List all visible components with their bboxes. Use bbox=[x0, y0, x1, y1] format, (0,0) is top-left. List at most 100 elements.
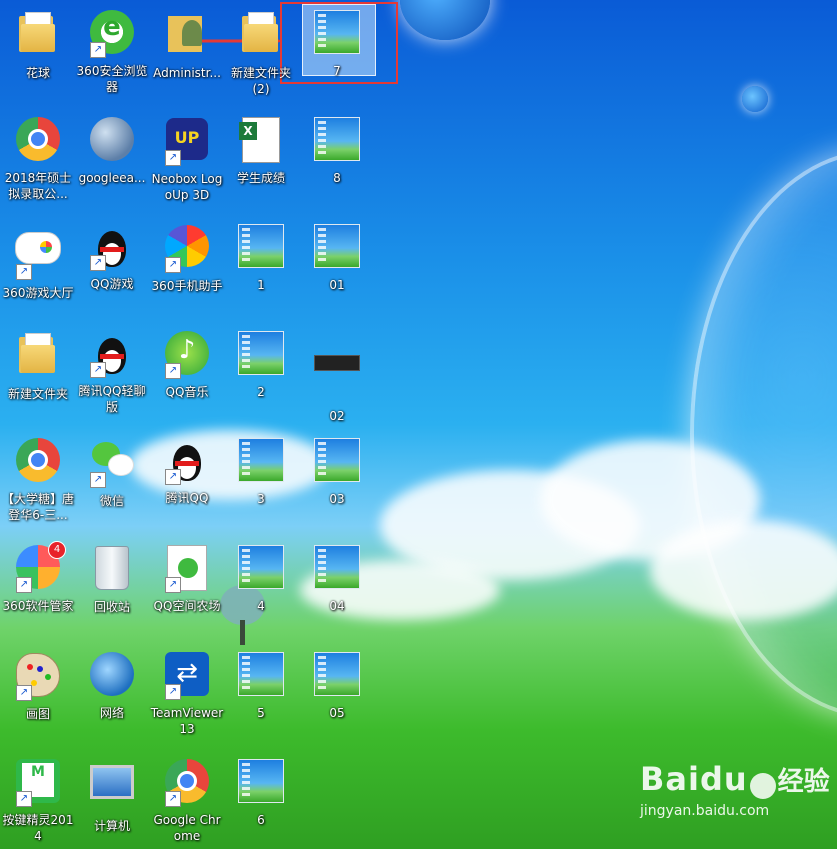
desktop-icon-chrome-tang[interactable]: 【大学糖】唐登华6-三... bbox=[1, 436, 75, 523]
desktop-icon-game-hall[interactable]: ↗ 360游戏大厅 bbox=[1, 222, 75, 301]
icon-label: 网络 bbox=[99, 706, 124, 720]
image-thumbnail-icon bbox=[313, 224, 361, 272]
desktop-icon-image-1[interactable]: 1 bbox=[224, 222, 298, 293]
image-thumbnail-icon bbox=[313, 355, 361, 403]
icon-label: 360软件管家 bbox=[2, 599, 74, 613]
icon-label: 按键精灵2014 bbox=[2, 813, 74, 843]
desktop[interactable]: 花球 2018年硕士拟录取公... ↗ 360游戏大厅 新建文件夹 【大学糖】唐… bbox=[0, 0, 837, 849]
desktop-icon-browser360[interactable]: ↗ 360安全浏览器 bbox=[75, 8, 149, 95]
desktop-icon-image-01[interactable]: 01 bbox=[300, 222, 374, 293]
icon-label: 新建文件夹 bbox=[7, 387, 68, 401]
watermark-brand: Baidu bbox=[640, 760, 748, 798]
desktop-icon-phone-helper[interactable]: ↗ 360手机助手 bbox=[150, 222, 224, 294]
desktop-icon-new-folder[interactable]: 新建文件夹 bbox=[1, 329, 75, 402]
icon-label: 7 bbox=[333, 64, 341, 78]
icon-label: 微信 bbox=[99, 494, 124, 508]
icon-label: 新建文件夹 (2) bbox=[230, 66, 291, 96]
shortcut-arrow-icon: ↗ bbox=[165, 469, 181, 485]
desktop-icon-student-scores[interactable]: 学生成绩 bbox=[224, 115, 298, 186]
user-folder-icon bbox=[163, 12, 211, 60]
desktop-icon-image-02[interactable]: 02 bbox=[300, 329, 374, 424]
desktop-icon-paint[interactable]: ↗ 画图 bbox=[1, 650, 75, 722]
desktop-icon-chrome-2018[interactable]: 2018年硕士拟录取公... bbox=[1, 115, 75, 202]
desktop-icon-wechat[interactable]: ↗ 微信 bbox=[75, 436, 149, 509]
teamviewer-icon: ↗ bbox=[163, 652, 211, 700]
desktop-icon-image-6[interactable]: 6 bbox=[224, 757, 298, 828]
icon-label: Google Chrome bbox=[153, 813, 221, 843]
icon-label: 5 bbox=[257, 706, 265, 720]
qq-farm-icon: ↗ bbox=[163, 545, 211, 593]
desktop-icon-image-7[interactable]: 7 bbox=[300, 8, 374, 79]
desktop-icon-google-chrome[interactable]: ↗ Google Chrome bbox=[150, 757, 224, 844]
icon-label: 【大学糖】唐登华6-三... bbox=[1, 492, 74, 522]
icon-label: 花球 bbox=[25, 66, 50, 80]
paw-icon bbox=[749, 772, 776, 799]
shortcut-arrow-icon: ↗ bbox=[90, 42, 106, 58]
shortcut-arrow-icon: ↗ bbox=[90, 255, 106, 271]
desktop-icon-teamviewer[interactable]: ↗ TeamViewer 13 bbox=[150, 650, 224, 737]
icon-label: 回收站 bbox=[93, 600, 130, 614]
browser-360-icon: ↗ bbox=[88, 10, 136, 58]
baidu-jingyan-watermark: Baidu 经验 jingyan.baidu.com bbox=[640, 760, 830, 840]
desktop-icon-network[interactable]: 网络 bbox=[75, 650, 149, 721]
desktop-icon-neobox[interactable]: ↗ Neobox LogoUp 3D bbox=[150, 115, 224, 203]
desktop-icon-computer[interactable]: 计算机 bbox=[75, 757, 149, 834]
chrome-icon bbox=[14, 438, 62, 486]
image-thumbnail-icon bbox=[313, 438, 361, 486]
icon-label: 画图 bbox=[25, 707, 50, 721]
image-thumbnail-icon bbox=[313, 545, 361, 593]
image-thumbnail-icon bbox=[237, 545, 285, 593]
icon-label: 计算机 bbox=[93, 819, 130, 833]
icon-label: Administr... bbox=[153, 66, 221, 80]
desktop-icon-recycle-bin[interactable]: 回收站 bbox=[75, 543, 149, 615]
key-elf-icon: ↗ bbox=[14, 759, 62, 807]
desktop-icon-image-2[interactable]: 2 bbox=[224, 329, 298, 400]
qq-penguin-icon: ↗ bbox=[88, 223, 136, 271]
desktop-icon-soft-manager[interactable]: 4 ↗ 360软件管家 bbox=[1, 541, 75, 614]
icon-label: 360游戏大厅 bbox=[2, 286, 74, 300]
desktop-icon-qq-music[interactable]: ↗ QQ音乐 bbox=[150, 329, 224, 400]
icon-label: 8 bbox=[333, 171, 341, 185]
desktop-icon-googleearth[interactable]: googleea... bbox=[75, 115, 149, 186]
google-earth-icon bbox=[88, 117, 136, 165]
qq-penguin-icon: ↗ bbox=[163, 437, 211, 485]
desktop-icon-huaqiu[interactable]: 花球 bbox=[1, 8, 75, 81]
gamepad-icon: ↗ bbox=[14, 232, 62, 280]
shortcut-arrow-icon: ↗ bbox=[90, 472, 106, 488]
desktop-icon-image-8[interactable]: 8 bbox=[300, 115, 374, 186]
wallpaper-small-moon bbox=[742, 86, 768, 112]
desktop-icon-qq-game[interactable]: ↗ QQ游戏 bbox=[75, 222, 149, 292]
image-thumbnail-icon bbox=[313, 652, 361, 700]
software-manager-icon: 4 ↗ bbox=[14, 541, 66, 593]
wallpaper-moon bbox=[400, 0, 490, 40]
desktop-icon-image-4[interactable]: 4 bbox=[224, 543, 298, 614]
chrome-icon: ↗ bbox=[163, 759, 211, 807]
desktop-icon-image-3[interactable]: 3 bbox=[224, 436, 298, 507]
shortcut-arrow-icon: ↗ bbox=[165, 363, 181, 379]
folder-icon bbox=[14, 333, 62, 381]
desktop-icon-tencent-qq[interactable]: ↗ 腾讯QQ bbox=[150, 436, 224, 506]
image-thumbnail-icon bbox=[237, 331, 285, 379]
desktop-icon-new-folder-2[interactable]: 新建文件夹 (2) bbox=[224, 8, 298, 97]
qq-music-icon: ↗ bbox=[163, 331, 211, 379]
desktop-icon-image-5[interactable]: 5 bbox=[224, 650, 298, 721]
icon-label: 02 bbox=[329, 409, 345, 423]
icon-label: 学生成绩 bbox=[236, 171, 285, 185]
icon-label: 4 bbox=[257, 599, 265, 613]
icon-label: TeamViewer 13 bbox=[150, 706, 224, 736]
icon-label: QQ空间农场 bbox=[153, 599, 221, 613]
shortcut-arrow-icon: ↗ bbox=[165, 577, 181, 593]
shortcut-arrow-icon: ↗ bbox=[90, 362, 106, 378]
desktop-icon-qq-light[interactable]: ↗ 腾讯QQ轻聊版 bbox=[75, 329, 149, 415]
image-thumbnail-icon bbox=[237, 438, 285, 486]
image-thumbnail-icon bbox=[237, 652, 285, 700]
image-thumbnail-icon bbox=[313, 10, 361, 58]
desktop-icon-image-05[interactable]: 05 bbox=[300, 650, 374, 721]
desktop-icon-administrator[interactable]: Administr... bbox=[150, 8, 224, 81]
desktop-icon-qq-farm[interactable]: ↗ QQ空间农场 bbox=[150, 543, 224, 614]
desktop-icon-key-elf[interactable]: ↗ 按键精灵2014 bbox=[1, 757, 75, 844]
desktop-icon-image-04[interactable]: 04 bbox=[300, 543, 374, 614]
icon-label: 04 bbox=[329, 599, 345, 613]
desktop-icon-image-03[interactable]: 03 bbox=[300, 436, 374, 507]
icon-label: 3 bbox=[257, 492, 265, 506]
